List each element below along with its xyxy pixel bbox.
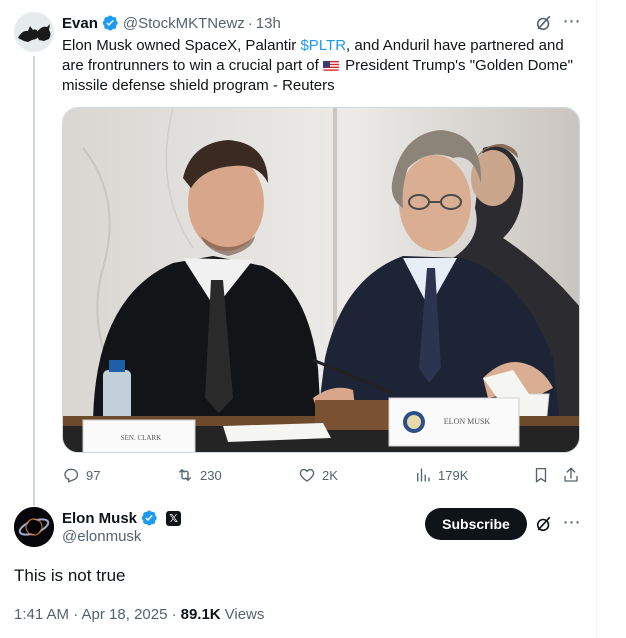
repost-button[interactable]: 230 [176,464,222,486]
reply-views-count: 89.1K [180,606,221,623]
placard-left-text: SEN. CLARK [121,434,161,442]
views-button[interactable]: 179K [414,464,468,486]
reply-icon [64,468,79,483]
x-affiliation-badge[interactable]: 𝕏 [166,510,182,526]
grok-icon[interactable] [535,515,553,533]
reply-author-name[interactable]: Elon Musk [62,510,137,527]
reply-header: Elon Musk 𝕏 [62,508,182,528]
grok-icon[interactable] [535,14,553,32]
reply-views-label: Views [224,606,265,623]
tweet-photo[interactable]: SEN. CLARK ELON MUSK [62,107,580,453]
reply-text: This is not true [14,566,126,585]
tweet-header: Evan @StockMKTNewz · 13h [62,13,281,33]
reply-count: 97 [86,467,101,483]
quoted-tweet[interactable]: Evan @StockMKTNewz · 13h ⋯ Elon Musk own… [0,0,596,506]
like-button[interactable]: 2K [298,464,338,486]
separator-dot: · [247,14,253,32]
verified-badge-icon[interactable] [101,14,119,32]
author-avatar[interactable] [14,12,54,52]
subscribe-button[interactable]: Subscribe [425,508,527,540]
share-icon [564,467,578,482]
more-options-icon[interactable]: ⋯ [562,513,582,533]
reply-meta: 1:41 AM · Apr 18, 2025 · 89.1K Views [14,606,264,623]
reply-author-handle[interactable]: @elonmusk [62,528,141,545]
heart-icon [299,468,315,482]
tweet-text: Elon Musk owned SpaceX, Palantir $PLTR, … [62,36,582,96]
black-hole-icon [14,507,54,547]
author-handle[interactable]: @StockMKTNewz [123,15,245,32]
bookmark-icon [535,467,547,483]
bull-bear-icon [14,12,54,52]
placard-right-text: ELON MUSK [444,417,491,426]
tweet-time[interactable]: 13h [256,15,281,32]
reply-author-avatar[interactable] [14,507,54,547]
cashtag-link[interactable]: $PLTR [300,37,346,54]
analytics-icon [417,468,430,482]
timeline-border [596,0,597,638]
bookmark-button[interactable] [532,464,550,486]
author-name[interactable]: Evan [62,15,98,32]
share-button[interactable] [562,464,580,486]
verified-badge-icon[interactable] [140,509,158,527]
repost-icon [179,469,191,481]
us-flag-icon [322,59,339,71]
reply-timestamp[interactable]: 1:41 AM · Apr 18, 2025 · [14,606,177,623]
like-count: 2K [322,467,338,483]
tweet-text-part: Elon Musk owned SpaceX, Palantir [62,37,301,54]
tweet-actions-bar: 97 230 2K 179K [62,464,580,486]
views-count: 179K [438,467,469,483]
reply-button[interactable]: 97 [62,464,100,486]
more-options-icon[interactable]: ⋯ [562,12,582,32]
thread-connector [33,56,35,506]
repost-count: 230 [200,467,222,483]
